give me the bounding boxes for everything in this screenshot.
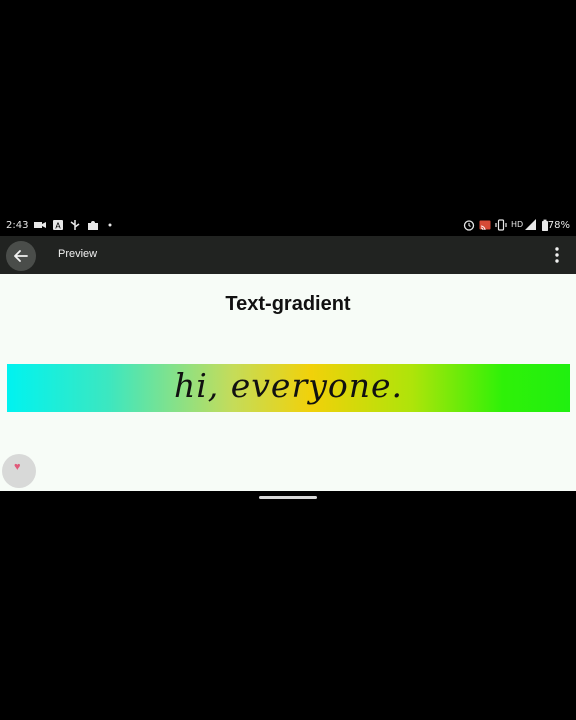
heart-icon: ♥ <box>14 461 21 473</box>
usb-icon <box>70 220 80 230</box>
cast-icon <box>479 220 491 231</box>
back-button[interactable] <box>6 241 36 271</box>
preview-content: Text-gradient hi, everyone. <box>0 274 576 491</box>
status-bar: 2:43 A HD 78% <box>0 216 576 236</box>
svg-text:A: A <box>55 222 61 231</box>
video-camera-icon <box>34 222 46 228</box>
dot-icon <box>108 223 112 227</box>
puzzle-icon <box>88 221 98 230</box>
more-vertical-icon[interactable] <box>548 245 566 265</box>
text-a-icon: A <box>53 220 63 231</box>
banner-text: hi, everyone. <box>173 366 404 405</box>
vibrate-icon <box>495 219 507 231</box>
home-indicator[interactable] <box>259 496 317 499</box>
status-time: 2:43 <box>6 220 29 231</box>
signal-icon <box>525 219 536 230</box>
app-bar: Preview <box>0 236 576 274</box>
battery-percent: 78% <box>547 220 570 231</box>
page-title: Text-gradient <box>225 293 351 315</box>
hd-icon: HD <box>511 220 524 229</box>
arrow-left-icon <box>14 250 28 262</box>
floating-bubble[interactable]: ♥ <box>2 454 36 488</box>
app-title: Preview <box>58 248 98 260</box>
gradient-banner: hi, everyone. <box>7 364 570 412</box>
alarm-icon <box>463 220 475 231</box>
